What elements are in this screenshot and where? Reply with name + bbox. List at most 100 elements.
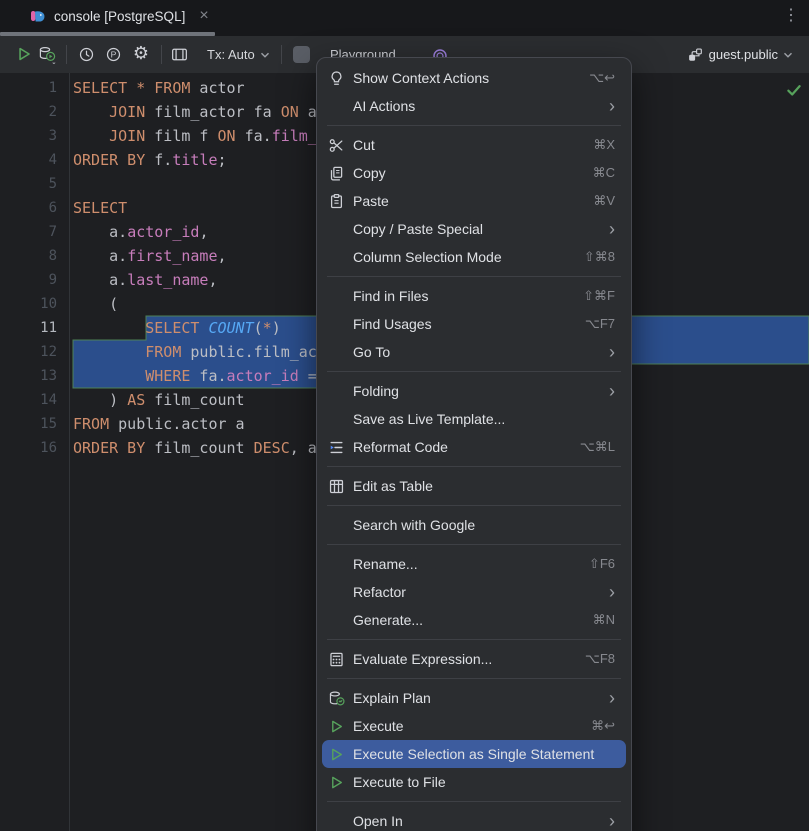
chevron-down-icon <box>260 51 270 59</box>
code-token: public.actor a <box>109 415 244 433</box>
line-number[interactable]: 10 <box>0 292 57 316</box>
svg-text:P: P <box>110 49 116 59</box>
menu-item-label: Open In <box>353 813 597 829</box>
menu-item-explain-plan[interactable]: Explain Plan› <box>322 684 626 712</box>
menu-separator <box>327 544 621 545</box>
code-token: ORDER BY <box>73 439 145 457</box>
line-number[interactable]: 14 <box>0 388 57 412</box>
code-token <box>73 103 109 121</box>
code-line: ORDER BY film_count DESC, a. <box>73 436 326 460</box>
menu-item-cut[interactable]: Cut⌘X <box>322 131 626 159</box>
menu-separator <box>327 276 621 277</box>
menu-item-execute[interactable]: Execute⌘↩ <box>322 712 626 740</box>
menu-item-open-in[interactable]: Open In› <box>322 807 626 831</box>
line-number[interactable]: 11 <box>0 316 57 340</box>
code-text: SELECT * FROM actor JOIN film_actor fa O… <box>73 76 326 460</box>
menu-item-label: Copy / Paste Special <box>353 221 597 237</box>
line-number[interactable]: 4 <box>0 148 57 172</box>
menu-item-execute-selection-as-single-statement[interactable]: Execute Selection as Single Statement <box>322 740 626 768</box>
line-number[interactable]: 13 <box>0 364 57 388</box>
code-token: film f <box>145 127 217 145</box>
line-number[interactable]: 7 <box>0 220 57 244</box>
menu-item-label: Search with Google <box>353 517 615 533</box>
code-token <box>127 79 136 97</box>
submenu-arrow-icon: › <box>609 384 615 398</box>
icon-placeholder <box>327 555 345 573</box>
menu-item-search-with-google[interactable]: Search with Google <box>322 511 626 539</box>
line-number[interactable]: 6 <box>0 196 57 220</box>
menu-separator <box>327 125 621 126</box>
code-token: AS <box>127 391 145 409</box>
parameters-button[interactable]: P <box>101 42 125 66</box>
menu-item-label: Find Usages <box>353 316 573 332</box>
code-token: fa. <box>236 127 272 145</box>
menu-item-go-to[interactable]: Go To› <box>322 338 626 366</box>
copy-icon <box>327 164 345 182</box>
line-number[interactable]: 12 <box>0 340 57 364</box>
settings-gear-button[interactable]: ⚙ <box>129 42 153 66</box>
editor-context-menu: Show Context Actions⌥↩AI Actions›Cut⌘XCo… <box>316 57 632 831</box>
inspections-ok-icon[interactable] <box>785 81 803 99</box>
line-number[interactable]: 9 <box>0 268 57 292</box>
menu-item-paste[interactable]: Paste⌘V <box>322 187 626 215</box>
schema-label: guest.public <box>709 47 778 62</box>
schema-switcher[interactable]: guest.public <box>688 36 793 73</box>
icon-placeholder <box>327 611 345 629</box>
history-clock-button[interactable] <box>74 42 98 66</box>
icon-placeholder <box>327 410 345 428</box>
line-number[interactable]: 8 <box>0 244 57 268</box>
code-token: a. <box>73 247 127 265</box>
code-token: SELECT <box>73 79 127 97</box>
icon-placeholder <box>327 382 345 400</box>
icon-placeholder <box>327 516 345 534</box>
menu-item-copy-paste-special[interactable]: Copy / Paste Special› <box>322 215 626 243</box>
menu-item-label: Copy <box>353 165 581 181</box>
line-number[interactable]: 5 <box>0 172 57 196</box>
icon-placeholder <box>327 220 345 238</box>
menu-item-refactor[interactable]: Refactor› <box>322 578 626 606</box>
line-number[interactable]: 15 <box>0 412 57 436</box>
code-line: a.first_name, <box>73 244 326 268</box>
menu-item-shortcut: ⇧⌘F <box>583 288 615 304</box>
menu-item-reformat-code[interactable]: Reformat Code⌥⌘L <box>322 433 626 461</box>
line-number[interactable]: 3 <box>0 124 57 148</box>
menu-item-rename[interactable]: Rename...⇧F6 <box>322 550 626 578</box>
menu-item-evaluate-expression[interactable]: Evaluate Expression...⌥F8 <box>322 645 626 673</box>
code-token: ( <box>73 295 118 313</box>
tab-console-postgresql[interactable]: console [PostgreSQL] × <box>0 0 215 32</box>
line-number[interactable]: 1 <box>0 76 57 100</box>
stop-button[interactable] <box>289 42 313 66</box>
menu-item-shortcut: ⌥↩ <box>589 70 615 86</box>
code-token: fa. <box>190 367 226 385</box>
menu-item-column-selection-mode[interactable]: Column Selection Mode⇧⌘8 <box>322 243 626 271</box>
menu-item-folding[interactable]: Folding› <box>322 377 626 405</box>
tx-mode-dropdown[interactable]: Tx: Auto <box>207 36 270 73</box>
toolbar-separator <box>66 45 67 64</box>
menu-item-ai-actions[interactable]: AI Actions› <box>322 92 626 120</box>
in-editor-results-button[interactable] <box>167 42 191 66</box>
code-token: film_count <box>145 439 253 457</box>
menu-item-execute-to-file[interactable]: Execute to File <box>322 768 626 796</box>
menu-item-find-in-files[interactable]: Find in Files⇧⌘F <box>322 282 626 310</box>
line-number[interactable]: 2 <box>0 100 57 124</box>
icon-placeholder <box>327 812 345 830</box>
close-icon[interactable]: × <box>199 8 208 24</box>
lightbulb-icon <box>327 69 345 87</box>
execute-with-database-button[interactable] <box>35 42 59 66</box>
menu-item-label: Column Selection Mode <box>353 249 572 265</box>
menu-item-show-context-actions[interactable]: Show Context Actions⌥↩ <box>322 64 626 92</box>
run-button[interactable] <box>12 42 36 66</box>
code-token: DESC <box>254 439 290 457</box>
menu-item-copy[interactable]: Copy⌘C <box>322 159 626 187</box>
code-token: film_count <box>145 391 244 409</box>
menu-item-shortcut: ⌥F8 <box>585 651 615 667</box>
code-token: actor_id <box>227 367 299 385</box>
menu-item-save-as-live-template[interactable]: Save as Live Template... <box>322 405 626 433</box>
line-number[interactable]: 16 <box>0 436 57 460</box>
code-token: f. <box>145 151 172 169</box>
code-token: , <box>218 247 227 265</box>
menu-item-edit-as-table[interactable]: Edit as Table <box>322 472 626 500</box>
kebab-menu-icon[interactable]: ⋮ <box>781 4 801 28</box>
menu-item-find-usages[interactable]: Find Usages⌥F7 <box>322 310 626 338</box>
menu-item-generate[interactable]: Generate...⌘N <box>322 606 626 634</box>
